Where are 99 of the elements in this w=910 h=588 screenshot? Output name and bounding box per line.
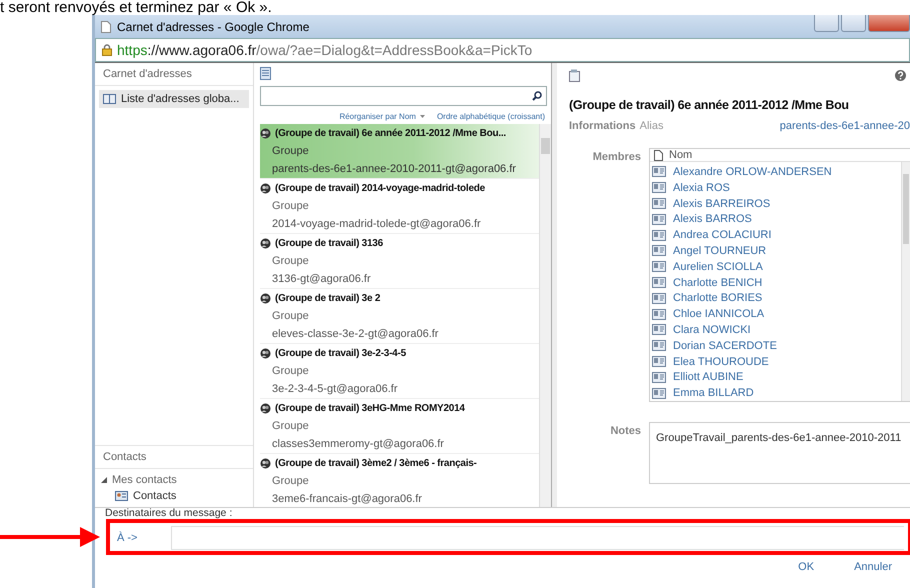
- group-email: 3136-gt@agora06.fr: [272, 273, 371, 285]
- member-name[interactable]: Emma BILLARD: [673, 387, 754, 400]
- contact-card-icon: [652, 308, 666, 320]
- contact-card-icon: [652, 356, 666, 367]
- tree-item[interactable]: Mes contacts: [112, 474, 177, 486]
- member-name[interactable]: Alexandre ORLOW-ANDERSEN: [673, 166, 832, 178]
- group-email: eleves-classe-3e-2-gt@agora06.fr: [272, 328, 438, 340]
- member-name[interactable]: Aurelien SCIOLLA: [673, 260, 763, 273]
- member-name[interactable]: Alexis BARROS: [673, 213, 752, 226]
- contacts-folder-icon: [115, 491, 128, 501]
- group-title: (Groupe de travail) 6e année 2011-2012 /Mme Bou: [569, 98, 849, 112]
- group-type: Groupe: [272, 255, 309, 267]
- tree-item[interactable]: Contacts: [133, 490, 176, 502]
- scrollbar[interactable]: [539, 124, 551, 507]
- list-view-icon[interactable]: [260, 67, 271, 80]
- window-title: Carnet d'adresses - Google Chrome: [117, 20, 310, 34]
- member-name[interactable]: Dorian SACERDOTE: [673, 340, 777, 352]
- member-name[interactable]: Clara NOWICKI: [673, 324, 751, 336]
- dialog-button[interactable]: Annuler: [854, 561, 892, 573]
- group-name: (Groupe de travail) 3eHG-Mme ROMY2014: [275, 402, 465, 414]
- info-label: Informations: [569, 120, 636, 132]
- contact-card-icon: [652, 292, 666, 304]
- group-icon: [260, 182, 271, 194]
- address-list-item[interactable]: Liste d'adresses globa...: [99, 90, 249, 108]
- group-name: (Groupe de travail) 3e 2: [275, 292, 380, 304]
- caret-icon[interactable]: [420, 115, 425, 118]
- to-button[interactable]: À ->: [105, 531, 171, 545]
- group-name: (Groupe de travail) 6e année 2011-2012 /Mme Bou...: [275, 128, 506, 138]
- sort-order-link[interactable]: Ordre alphabétique (croissant): [436, 112, 545, 121]
- group-type: Groupe: [272, 475, 309, 487]
- group-name: (Groupe de travail) 3ème2 / 3ème6 - français-: [275, 458, 477, 468]
- contact-card-icon: [652, 166, 666, 178]
- member-name[interactable]: Elliott AUBINE: [673, 371, 744, 384]
- search-field[interactable]: [260, 86, 547, 106]
- panel-header: Contacts: [95, 445, 253, 469]
- group-email: parents-des-6e1-annee-2010-2011-gt@agora06.fr: [272, 163, 516, 175]
- column-header[interactable]: Nom: [669, 149, 692, 162]
- contact-card-icon: [652, 245, 666, 256]
- expanded-triangle-icon[interactable]: [101, 477, 107, 483]
- member-name[interactable]: Elea THOUROUDE: [673, 356, 769, 368]
- alias-value: parents-des-6e1-annee-20: [780, 120, 910, 132]
- group-icon: [260, 458, 271, 468]
- member-name[interactable]: Charlotte BENICH: [673, 276, 762, 289]
- contact-details-icon[interactable]: [569, 69, 581, 82]
- notes-label: Notes: [610, 425, 641, 437]
- alias-label: Alias: [640, 120, 664, 132]
- group-name: (Groupe de travail) 2014-voyage-madrid-tolede: [275, 182, 485, 194]
- lock-icon: [102, 44, 112, 56]
- contact-card-icon: [652, 277, 666, 288]
- group-name: (Groupe de travail) 3e-2-3-4-5: [275, 348, 406, 358]
- group-icon: [260, 348, 271, 358]
- contact-card-icon: [652, 198, 666, 210]
- member-name[interactable]: Alexia ROS: [673, 182, 730, 194]
- contact-card-icon: [652, 182, 666, 194]
- members-label: Membres: [592, 151, 641, 163]
- search-icon[interactable]: [532, 91, 542, 101]
- recipient-field[interactable]: [171, 526, 904, 550]
- item-label: Liste d'adresses globa...: [121, 93, 240, 105]
- page-icon: [101, 20, 111, 32]
- group-icon: [260, 238, 271, 248]
- maximize-button[interactable]: [841, 15, 866, 32]
- member-name[interactable]: Angel TOURNEUR: [673, 244, 766, 257]
- dialog-button[interactable]: OK: [798, 561, 814, 573]
- group-icon: [260, 292, 271, 304]
- contact-card-icon: [652, 214, 666, 225]
- contact-card-icon: [652, 340, 666, 352]
- document-icon: [654, 150, 663, 161]
- group-icon: [260, 402, 271, 414]
- close-button[interactable]: [868, 15, 910, 32]
- help-icon[interactable]: [895, 70, 906, 81]
- contact-card-icon: [652, 230, 666, 241]
- group-icon: [260, 128, 271, 138]
- recipients-label: Destinataires du message :: [105, 508, 232, 519]
- group-type: Groupe: [272, 365, 309, 377]
- member-name[interactable]: Charlotte BORIES: [673, 292, 762, 304]
- group-email: 3eme6-francais-gt@agora06.fr: [272, 493, 422, 505]
- group-list-item[interactable]: (Groupe de travail) 6e année 2011-2012 /Mme Bou... Groupe parents-des-6e1-annee-2010-2011-gt@agora06.fr: [260, 124, 539, 179]
- contact-card-icon: [652, 324, 666, 336]
- member-name[interactable]: Andrea COLACIURI: [673, 229, 772, 242]
- group-email: classes3emmeromy-gt@agora06.fr: [272, 438, 444, 450]
- member-name[interactable]: Chloe IANNICOLA: [673, 308, 764, 320]
- group-type: Groupe: [272, 310, 309, 322]
- group-type: Groupe: [272, 200, 309, 212]
- group-type: Groupe: [272, 420, 309, 432]
- group-name: (Groupe de travail) 3136: [275, 238, 383, 248]
- group-email: 3e-2-3-4-5-gt@agora06.fr: [272, 383, 398, 395]
- group-type: Groupe: [272, 145, 309, 157]
- sort-by-link[interactable]: Réorganiser par Nom: [339, 112, 416, 121]
- contact-card-icon: [652, 372, 666, 383]
- contact-card-icon: [652, 388, 666, 399]
- member-name[interactable]: Alexis BARREIROS: [673, 198, 770, 210]
- scrollbar[interactable]: [901, 162, 910, 401]
- contact-card-icon: [652, 261, 666, 272]
- document-text: t seront renvoyés et terminez par « Ok ».: [0, 0, 272, 16]
- notes-field[interactable]: GroupeTravail_parents-des-6e1-annee-2010-2011: [649, 422, 910, 484]
- minimize-button[interactable]: [814, 15, 839, 32]
- group-email: 2014-voyage-madrid-tolede-gt@agora06.fr: [272, 218, 481, 230]
- panel-header: Carnet d'adresses: [95, 63, 253, 86]
- book-icon: [103, 94, 116, 104]
